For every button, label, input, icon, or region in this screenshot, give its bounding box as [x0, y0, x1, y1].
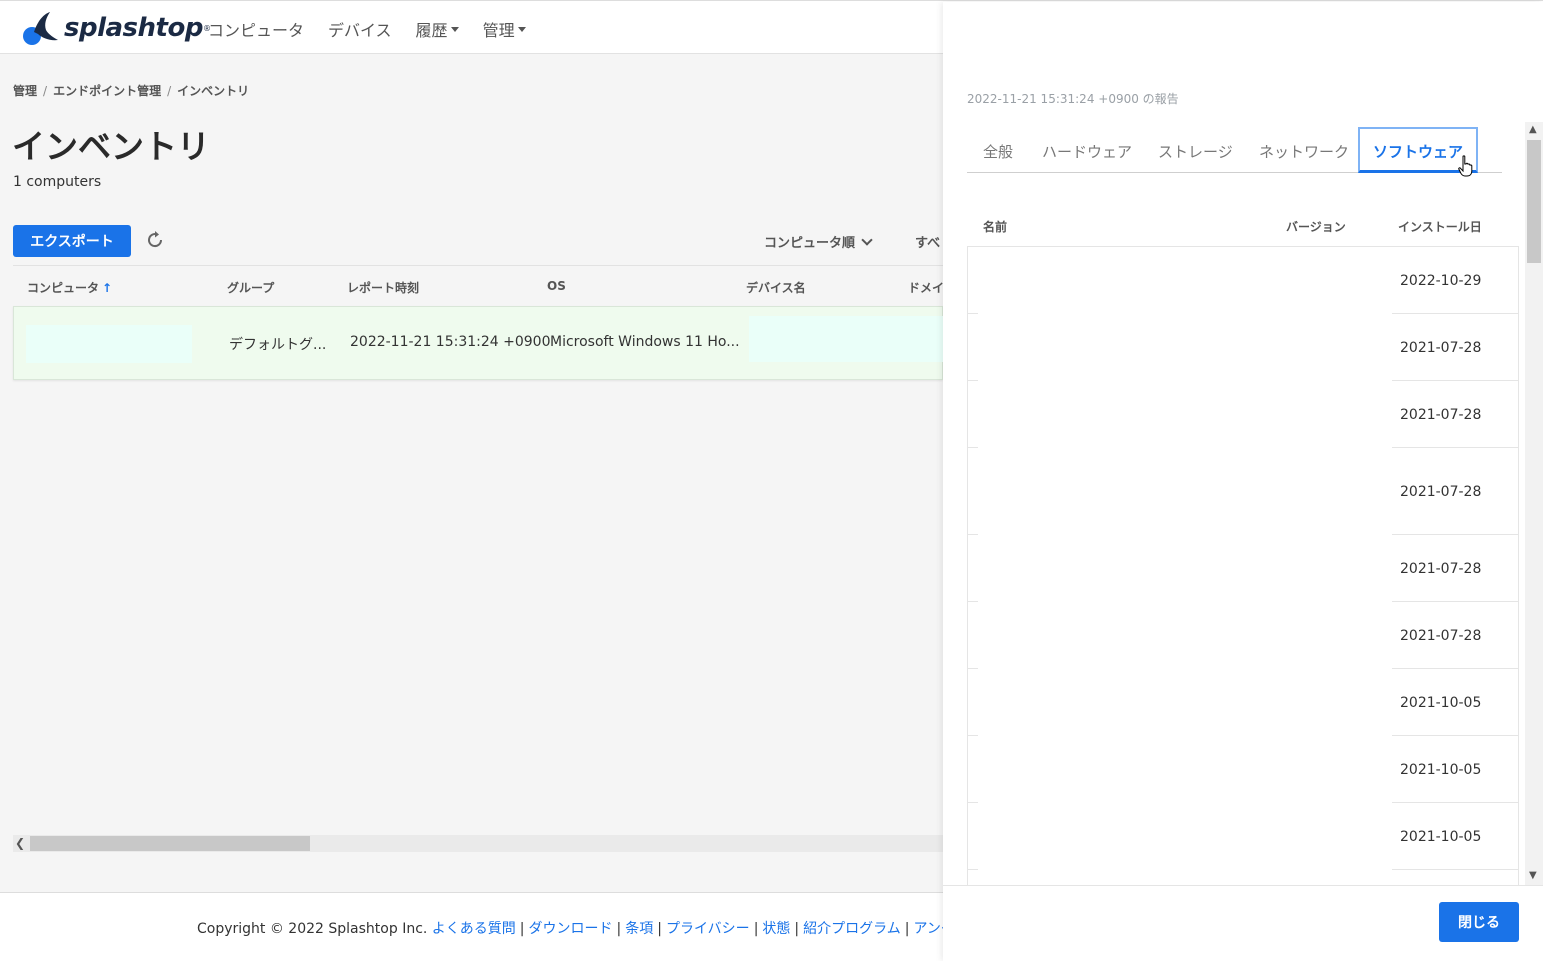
table-row[interactable]: 2021-07-28: [968, 314, 1518, 381]
column-header-group[interactable]: グループ: [227, 279, 274, 296]
nav-item-devices[interactable]: デバイス: [328, 17, 392, 41]
scroll-left-icon[interactable]: ❮: [15, 836, 27, 851]
detail-tabs: 全般 ハードウェア ストレージ ネットワーク ソフトウェア: [967, 127, 1502, 173]
table-row[interactable]: 2021-07-28: [968, 448, 1518, 535]
report-time-cell: 2022-11-21 15:31:24 +0900: [350, 334, 551, 350]
install-date-cell: 2021-10-05: [1400, 762, 1482, 778]
export-button[interactable]: エクスポート: [13, 225, 131, 257]
nav-item-label: コンピュータ: [208, 21, 305, 40]
tab-storage[interactable]: ストレージ: [1158, 141, 1233, 162]
footer-link-download[interactable]: ダウンロード: [529, 921, 613, 937]
breadcrumb-item-endpoint[interactable]: エンドポイント管理: [53, 84, 161, 98]
table-row[interactable]: 2021-07-28: [968, 535, 1518, 602]
computer-name-cell[interactable]: [26, 325, 192, 363]
tab-hardware[interactable]: ハードウェア: [1042, 141, 1132, 162]
footer-link-status[interactable]: 状態: [762, 921, 790, 937]
os-cell: Microsoft Windows 11 Ho...: [550, 334, 740, 350]
close-button[interactable]: 閉じる: [1439, 902, 1519, 942]
install-date-cell: 2021-07-28: [1400, 340, 1482, 356]
table-row[interactable]: 2022-10-29: [968, 247, 1518, 314]
nav-item-label: 履歴: [415, 21, 448, 40]
nav-item-label: 管理: [482, 21, 515, 40]
table-row[interactable]: デフォルトグ... 2022-11-21 15:31:24 +0900 Micr…: [13, 306, 944, 380]
footer-link-privacy[interactable]: プライバシー: [666, 921, 750, 937]
table-row[interactable]: 2021-10-05: [968, 803, 1518, 870]
inventory-table-header: コンピュータ ↑ グループ レポート時刻 OS デバイス名 ドメイ: [13, 265, 944, 305]
column-header-version[interactable]: バージョン: [1286, 218, 1346, 235]
breadcrumb-separator: /: [43, 84, 48, 98]
footer-separator: |: [616, 921, 622, 937]
column-header-device-name[interactable]: デバイス名: [746, 279, 806, 296]
column-header-domain[interactable]: ドメイ: [908, 279, 944, 296]
install-date-cell: 2021-10-05: [1400, 695, 1482, 711]
copyright: Copyright © 2022 Splashtop Inc.: [197, 921, 428, 937]
sort-ascending-icon: ↑: [102, 281, 113, 295]
row-divider: [1392, 869, 1518, 870]
tab-general[interactable]: 全般: [983, 141, 1013, 162]
nav-item-computers[interactable]: コンピュータ: [208, 17, 304, 41]
install-date-cell: 2022-10-29: [1400, 273, 1482, 289]
chevron-down-icon: [861, 233, 873, 246]
caret-down-icon: [450, 26, 459, 32]
inventory-detail-panel: 2022-11-21 15:31:24 +0900 の報告 全般 ハードウェア …: [943, 2, 1543, 961]
breadcrumb-separator: /: [167, 84, 172, 98]
nav-item-label: デバイス: [328, 21, 392, 40]
page-title: インベントリ: [12, 127, 210, 166]
table-row[interactable]: 2021-10-05: [968, 736, 1518, 803]
tab-network[interactable]: ネットワーク: [1259, 141, 1349, 162]
footer-separator: |: [904, 921, 910, 937]
report-time-label: 2022-11-21 15:31:24 +0900 の報告: [967, 92, 1179, 106]
column-header-report-time[interactable]: レポート時刻: [347, 279, 419, 296]
nav-item-history[interactable]: 履歴: [416, 17, 459, 41]
table-row[interactable]: 2021-07-28: [968, 381, 1518, 448]
column-header-os[interactable]: OS: [547, 279, 566, 293]
horizontal-scrollbar-thumb[interactable]: [30, 836, 310, 851]
nav-item-management[interactable]: 管理: [483, 17, 526, 41]
scroll-down-icon[interactable]: ▼: [1529, 870, 1537, 881]
column-header-label: コンピュータ: [27, 281, 100, 295]
refresh-icon[interactable]: [144, 229, 166, 251]
software-table-header: 名前 バージョン インストール日: [967, 207, 1517, 247]
column-header-computer[interactable]: コンピュータ ↑: [27, 279, 112, 296]
scroll-up-icon[interactable]: ▲: [1529, 124, 1537, 135]
install-date-cell: 2021-07-28: [1400, 561, 1482, 577]
footer-link-faq[interactable]: よくある質問: [432, 921, 516, 937]
caret-down-icon: [517, 26, 526, 32]
column-header-name[interactable]: 名前: [983, 218, 1007, 235]
install-date-cell: 2021-10-05: [1400, 829, 1482, 845]
footer-separator: |: [794, 921, 800, 937]
hand-pointer-icon: [1458, 155, 1473, 177]
computer-count: 1 computers: [13, 174, 102, 190]
breadcrumb-item-management[interactable]: 管理: [13, 84, 37, 98]
group-cell: デフォルトグ...: [229, 337, 327, 353]
footer-separator: |: [753, 921, 759, 937]
footer-link-referral[interactable]: 紹介プログラム: [803, 921, 901, 937]
page-footer: Copyright © 2022 Splashtop Inc. よくある質問 | ダ…: [0, 892, 955, 961]
footer-link-terms[interactable]: 条項: [625, 921, 653, 937]
footer-separator: |: [657, 921, 662, 937]
install-date-cell: 2021-07-28: [1400, 484, 1482, 500]
splashtop-logo[interactable]: splashtop ®: [20, 10, 211, 46]
row-divider: [968, 869, 978, 870]
table-row[interactable]: 2021-07-28: [968, 602, 1518, 669]
breadcrumb: 管理 / エンドポイント管理 / インベントリ: [13, 82, 249, 99]
sort-select-label: コンピュータ順: [764, 236, 856, 251]
splashtop-logo-icon: [23, 12, 58, 45]
footer-separator: |: [519, 921, 525, 937]
vertical-scrollbar-thumb[interactable]: [1527, 140, 1541, 263]
filter-select[interactable]: すべ: [915, 232, 940, 251]
breadcrumb-item-inventory: インベントリ: [177, 84, 250, 98]
software-table-body: 2022-10-29 2021-07-28 2021-07-28 2021-07…: [967, 246, 1519, 886]
install-date-cell: 2021-07-28: [1400, 628, 1482, 644]
sort-select[interactable]: コンピュータ順: [764, 232, 873, 251]
brand-name: splashtop: [64, 13, 203, 43]
device-name-cell: [749, 316, 944, 362]
install-date-cell: 2021-07-28: [1400, 407, 1482, 423]
main-nav: コンピュータ デバイス 履歴 管理: [208, 17, 550, 41]
footer-text: Copyright © 2022 Splashtop Inc. よくある質問 | ダ…: [197, 918, 955, 938]
table-row[interactable]: 2021-10-05: [968, 669, 1518, 736]
column-header-install-date[interactable]: インストール日: [1398, 218, 1482, 235]
